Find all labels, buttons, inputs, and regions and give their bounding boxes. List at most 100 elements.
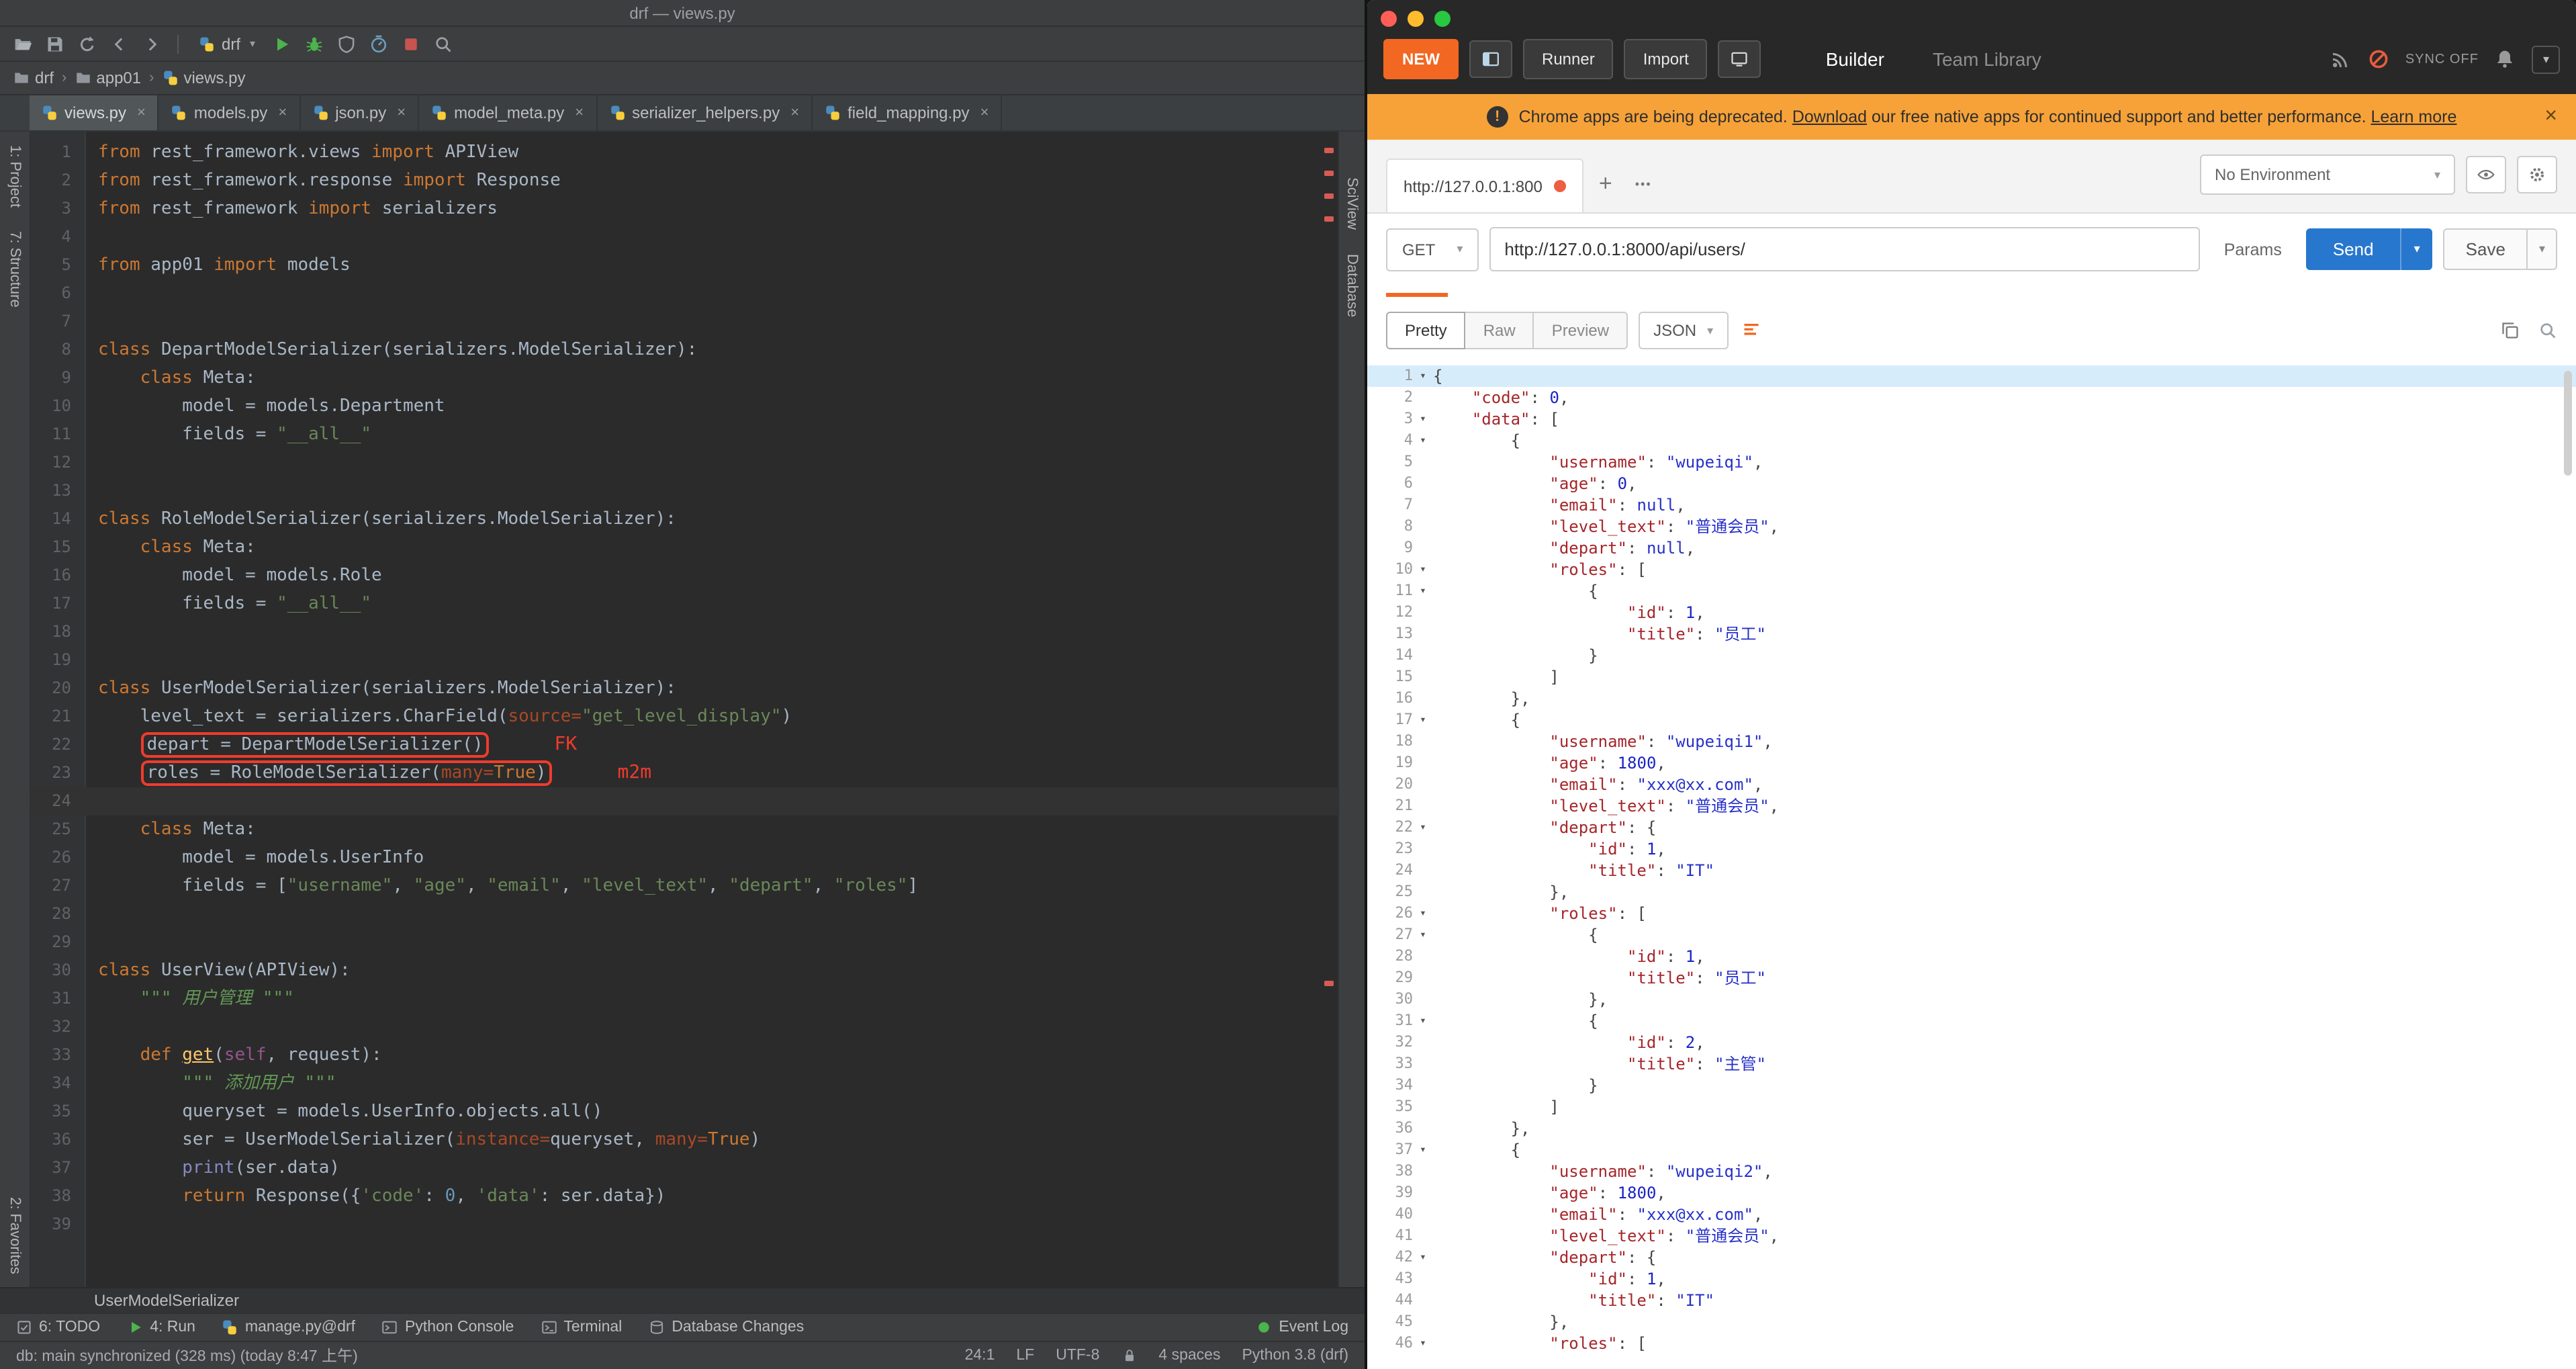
fold-icon[interactable]: ▾ [1413,1247,1433,1268]
tab-close-icon[interactable]: × [278,105,287,121]
beautify-button[interactable] [1741,321,1760,340]
tab-close-icon[interactable]: × [575,105,584,121]
fold-icon[interactable]: ▾ [1413,1010,1433,1032]
environment-select[interactable]: No Environment ▾ [2200,154,2455,195]
params-button[interactable]: Params [2211,229,2295,269]
code-editor[interactable]: 1 from rest_framework.views import APIVie… [31,132,1338,1287]
run-config-selector[interactable]: drf ▾ [189,33,265,54]
tool-window-button[interactable]: 7: Structure [7,232,23,308]
view-preview-button[interactable]: Preview [1532,312,1628,349]
new-window-button[interactable] [1718,40,1761,78]
toolbar-button-todo[interactable]: 6: TODO [16,1319,100,1335]
tab-team-library[interactable]: Team Library [1933,48,2041,70]
toolbar-button-python[interactable]: manage.py@drf [222,1319,355,1335]
url-input[interactable] [1489,227,2200,271]
editor-tab[interactable]: field_mapping.py × [813,95,1003,130]
learn-more-link[interactable]: Learn more [2371,107,2457,126]
status-value[interactable]: Python 3.8 (drf) [1242,1348,1348,1364]
open-button[interactable] [8,30,38,57]
fold-icon[interactable]: ▾ [1413,408,1433,430]
fold-icon[interactable]: ▾ [1413,817,1433,838]
toolbar-button-terminal[interactable]: Terminal [541,1319,622,1335]
toolbar-button-run[interactable]: 4: Run [127,1319,195,1335]
import-button[interactable]: Import [1624,39,1708,79]
view-raw-button[interactable]: Raw [1464,312,1534,349]
profiler-button[interactable] [364,30,394,57]
runner-button[interactable]: Runner [1523,39,1614,79]
event-log-button[interactable]: Event Log [1256,1319,1348,1335]
tab-overflow-button[interactable]: ••• [1627,177,1660,191]
breadcrumb-item[interactable]: views.py [162,69,246,87]
banner-close-icon[interactable]: × [2544,105,2557,129]
fold-icon[interactable]: ▾ [1413,924,1433,946]
fold-icon[interactable]: ▾ [1413,559,1433,580]
breadcrumb-item[interactable]: drf [13,69,54,87]
tool-window-button[interactable]: 1: Project [7,145,23,208]
send-button[interactable]: Send ▾ [2305,228,2432,270]
request-tab[interactable]: http://127.0.0.1:800 [1386,159,1584,212]
status-value[interactable]: UTF-8 [1056,1348,1099,1364]
response-body[interactable]: 1 ▾{2 "code": 0, 3 ▾ "data": [4 ▾ {5 "userna… [1367,360,2576,1369]
tab-close-icon[interactable]: × [790,105,799,121]
breadcrumb-item[interactable]: app01 [75,69,141,87]
minimize-window-button[interactable] [1408,11,1424,27]
send-options-icon[interactable]: ▾ [2400,228,2432,270]
window-controls[interactable] [1381,11,1451,27]
save-options-icon[interactable]: ▾ [2526,230,2556,269]
sync-disabled-button[interactable] [2368,48,2389,70]
back-button[interactable] [105,30,134,57]
tool-window-button[interactable]: SciView [1344,177,1360,230]
editor-tab[interactable]: views.py × [30,95,159,130]
breadcrumb-separator: › [149,70,154,86]
account-menu-button[interactable]: ▾ [2532,45,2560,73]
fold-icon[interactable]: ▾ [1413,430,1433,451]
fold-icon[interactable]: ▾ [1413,1139,1433,1161]
method-select[interactable]: GET ▾ [1386,228,1479,271]
error-stripe[interactable] [1322,132,1335,1287]
search-response-icon[interactable] [2538,321,2557,340]
tool-window-button[interactable]: Database [1344,254,1360,317]
editor-tab[interactable]: models.py × [159,95,301,130]
save-button[interactable]: Save ▾ [2442,228,2557,270]
new-tab-button[interactable]: + [1584,171,1627,197]
environment-preview-button[interactable] [2466,156,2506,193]
fold-icon[interactable]: ▾ [1413,365,1433,387]
new-button[interactable]: NEW [1383,39,1459,79]
editor-tab[interactable]: model_meta.py × [419,95,598,130]
forward-button[interactable] [137,30,167,57]
toolbar-button-db[interactable]: Database Changes [649,1319,804,1335]
copy-icon[interactable] [2501,321,2520,340]
tab-close-icon[interactable]: × [397,105,406,121]
bell-button[interactable] [2495,48,2516,70]
toolbar-button-console[interactable]: Python Console [382,1319,514,1335]
save-button[interactable] [40,30,70,57]
fold-icon[interactable]: ▾ [1413,903,1433,924]
editor-tab[interactable]: serializer_helpers.py × [597,95,813,130]
close-window-button[interactable] [1381,11,1397,27]
tool-window-button[interactable]: 2: Favorites [7,1196,23,1274]
fold-icon[interactable]: ▾ [1413,1333,1433,1354]
scrollbar-thumb[interactable] [2564,371,2572,476]
zoom-window-button[interactable] [1434,11,1451,27]
status-value[interactable]: 4 spaces [1158,1348,1220,1364]
status-value[interactable]: LF [1016,1348,1034,1364]
tab-close-icon[interactable]: × [137,105,146,121]
sync-button[interactable] [73,30,102,57]
view-pretty-button[interactable]: Pretty [1386,312,1466,349]
fold-icon[interactable]: ▾ [1413,580,1433,602]
pane-toggle-button[interactable] [1469,40,1512,78]
fold-icon[interactable]: ▾ [1413,709,1433,731]
coverage-button[interactable] [332,30,361,57]
download-link[interactable]: Download [1792,107,1867,126]
status-value[interactable]: 24:1 [965,1348,995,1364]
search-button[interactable] [428,30,458,57]
interceptor-button[interactable] [2330,48,2352,70]
run-button[interactable] [267,30,297,57]
editor-tab[interactable]: json.py × [300,95,420,130]
debug-button[interactable] [300,30,329,57]
tab-close-icon[interactable]: × [980,105,989,121]
stop-button[interactable] [396,30,426,57]
format-select[interactable]: JSON ▾ [1639,312,1729,349]
tab-builder[interactable]: Builder [1826,48,1884,70]
settings-button[interactable] [2517,156,2557,193]
